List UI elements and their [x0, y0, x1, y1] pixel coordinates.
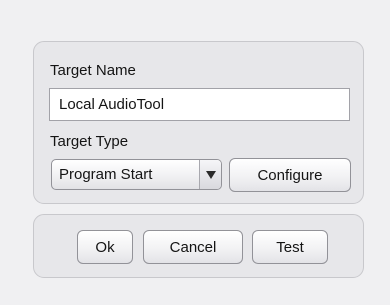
ok-button[interactable]: Ok: [77, 230, 133, 264]
triangle-down-icon: [205, 170, 216, 179]
cancel-button[interactable]: Cancel: [143, 230, 243, 264]
target-type-select[interactable]: Program Start: [51, 159, 222, 190]
target-type-selected-value: Program Start: [59, 166, 153, 183]
target-type-label: Target Type: [50, 133, 129, 150]
target-name-input[interactable]: [49, 88, 350, 121]
target-name-label: Target Name: [50, 62, 136, 79]
test-button[interactable]: Test: [252, 230, 328, 264]
dropdown-arrow-button[interactable]: [199, 160, 221, 189]
configure-button[interactable]: Configure: [229, 158, 351, 192]
